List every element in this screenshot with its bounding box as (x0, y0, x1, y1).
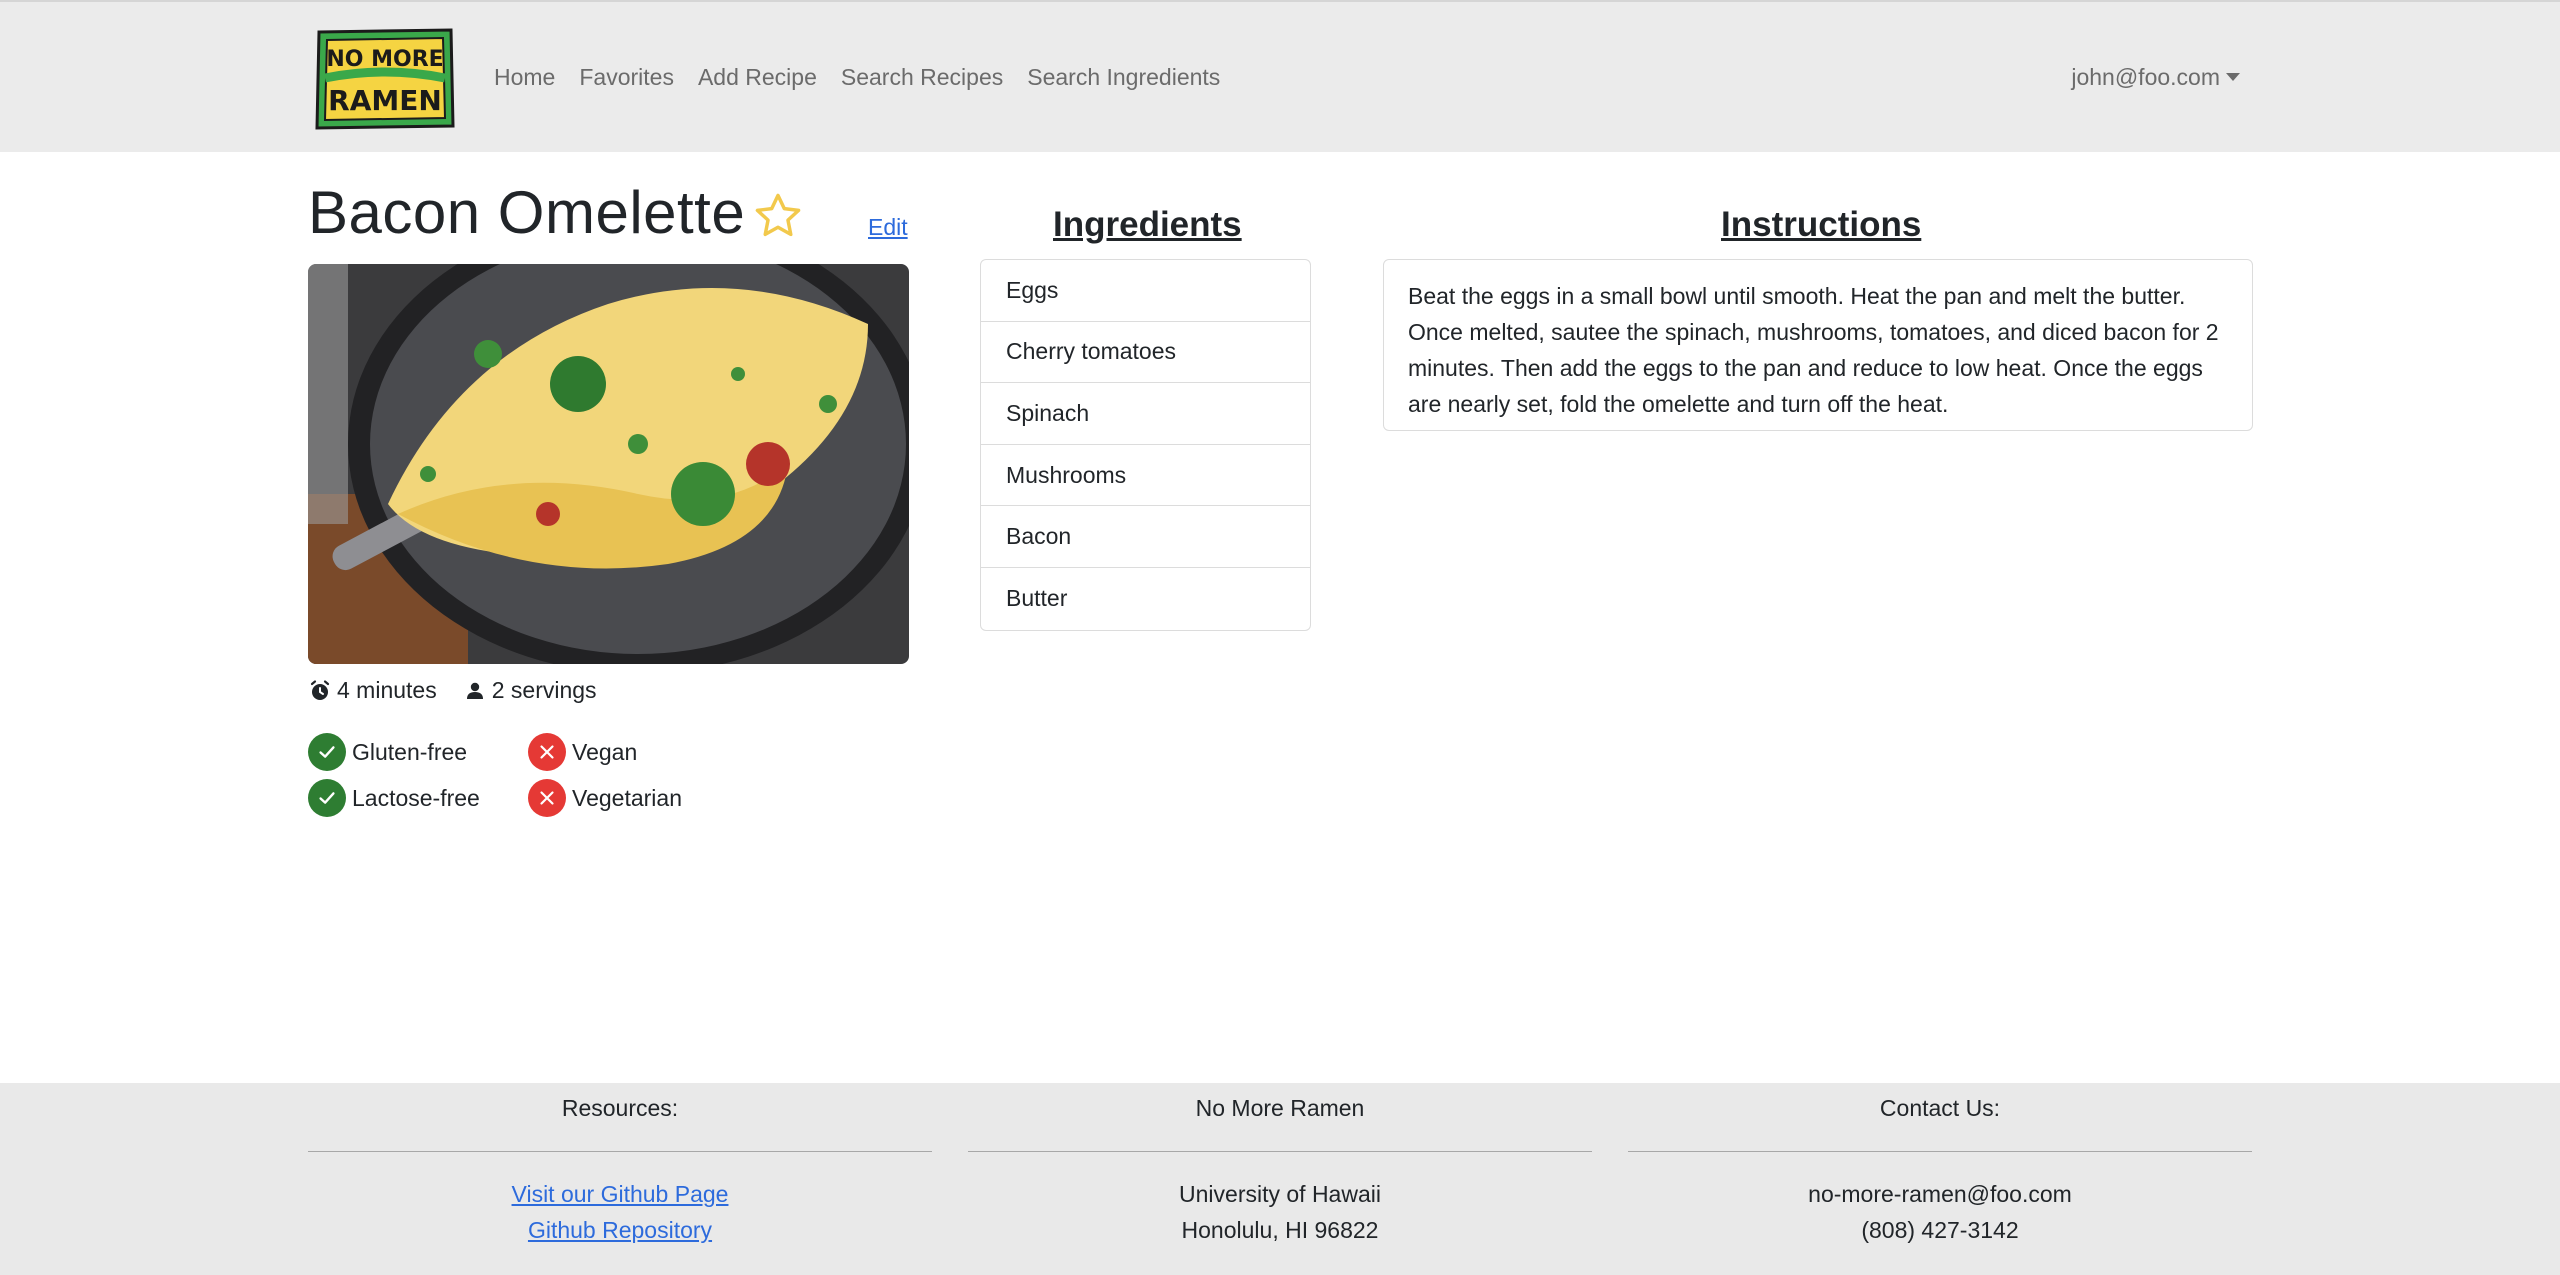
ingredient-item: Eggs (981, 260, 1310, 322)
ingredients-list: Eggs Cherry tomatoes Spinach Mushrooms B… (980, 259, 1311, 631)
github-page-link[interactable]: Visit our Github Page (512, 1181, 729, 1207)
footer-org: No More Ramen University of Hawaii Honol… (968, 1083, 1592, 1248)
github-repo-link[interactable]: Github Repository (528, 1217, 712, 1243)
svg-text:RAMEN: RAMEN (328, 84, 442, 117)
cross-icon (528, 779, 566, 817)
user-dropdown[interactable]: john@foo.com (2071, 64, 2240, 91)
navbar: NO MORE RAMEN Home Favorites Add Recipe … (0, 0, 2560, 152)
diet-lactose-free: Lactose-free (308, 779, 480, 817)
org-address-line: Honolulu, HI 96822 (1181, 1217, 1379, 1243)
instructions-heading: Instructions (1721, 205, 1922, 244)
ingredient-item: Butter (1006, 585, 1068, 612)
ingredients-heading: Ingredients (1053, 205, 1242, 244)
alarm-clock-icon (310, 679, 330, 700)
footer-resources: Resources: Visit our Github Page Github … (308, 1083, 932, 1248)
diet-vegetarian: Vegetarian (528, 779, 682, 817)
diet-vegan: Vegan (528, 733, 637, 771)
divider (308, 1151, 932, 1152)
diet-gluten-free: Gluten-free (308, 733, 467, 771)
edit-recipe-link[interactable]: Edit (868, 214, 908, 241)
diet-label: Gluten-free (352, 738, 468, 765)
check-icon (308, 779, 346, 817)
nav-search-ingredients[interactable]: Search Ingredients (1027, 64, 1220, 91)
contact-phone: (808) 427-3142 (1861, 1217, 2019, 1243)
divider (968, 1151, 1592, 1152)
ingredient-item: Spinach (981, 383, 1310, 445)
nav-home[interactable]: Home (494, 64, 555, 91)
favorite-star-icon[interactable] (752, 190, 804, 242)
ingredient-item: Mushrooms (981, 445, 1310, 507)
recipe-photo (308, 264, 909, 664)
no-more-ramen-logo[interactable]: NO MORE RAMEN (313, 26, 457, 132)
nav-links: Home Favorites Add Recipe Search Recipes… (494, 64, 1244, 91)
diet-label: Lactose-free (352, 784, 480, 811)
divider (1628, 1151, 2252, 1152)
ingredient-item: Cherry tomatoes (981, 322, 1310, 384)
nav-add-recipe[interactable]: Add Recipe (698, 64, 817, 91)
user-email: john@foo.com (2071, 64, 2220, 90)
instructions-text: Beat the eggs in a small bowl until smoo… (1383, 259, 2253, 431)
footer-contact: Contact Us: no-more-ramen@foo.com (808) … (1628, 1083, 2252, 1248)
footer-contact-heading: Contact Us: (1879, 1095, 2001, 1121)
caret-down-icon (2226, 72, 2240, 81)
diet-label: Vegetarian (572, 784, 682, 811)
cross-icon (528, 733, 566, 771)
diet-label: Vegan (572, 738, 638, 765)
check-icon (308, 733, 346, 771)
svg-text:NO MORE: NO MORE (326, 47, 443, 72)
contact-email: no-more-ramen@foo.com (1808, 1181, 2072, 1207)
recipe-title: Bacon Omelette (308, 179, 746, 246)
recipe-meta: 4 minutes 2 servings (308, 677, 597, 704)
footer-resources-heading: Resources: (561, 1095, 679, 1121)
cook-time: 4 minutes (337, 677, 437, 703)
footer-org-heading: No More Ramen (1195, 1095, 1365, 1121)
org-address-line: University of Hawaii (1179, 1181, 1381, 1207)
ingredient-item: Bacon (981, 506, 1310, 568)
footer: Resources: Visit our Github Page Github … (0, 1083, 2560, 1275)
person-icon (466, 682, 483, 699)
servings: 2 servings (491, 677, 597, 703)
nav-search-recipes[interactable]: Search Recipes (841, 64, 1003, 91)
nav-favorites[interactable]: Favorites (579, 64, 674, 91)
